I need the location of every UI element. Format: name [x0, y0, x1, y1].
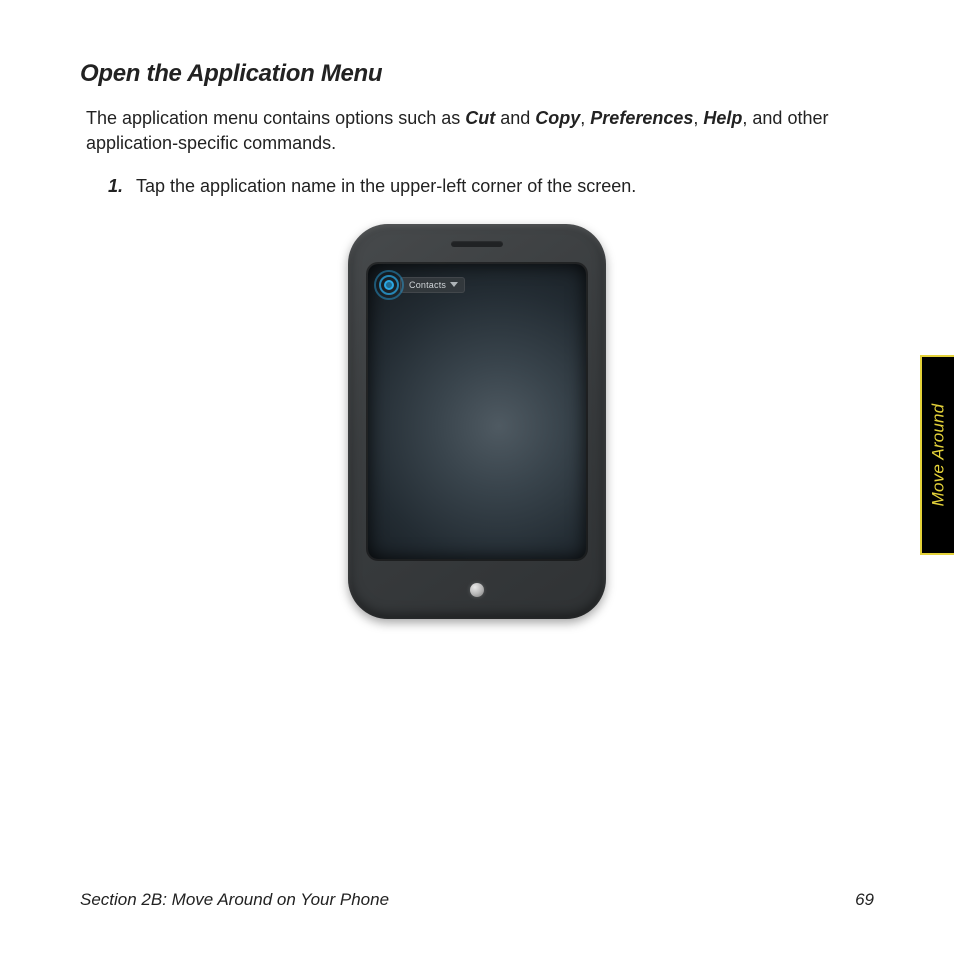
- step-text: Tap the application name in the upper-le…: [136, 176, 636, 196]
- intro-text-part: and: [495, 108, 535, 128]
- figure: Contacts: [80, 224, 874, 619]
- intro-emphasis-copy: Copy: [535, 108, 580, 128]
- step-number: 1.: [108, 174, 136, 199]
- intro-text-part: ,: [580, 108, 590, 128]
- phone-illustration: Contacts: [348, 224, 606, 619]
- phone-screen: Contacts: [368, 264, 586, 559]
- app-menu-label: Contacts: [409, 280, 446, 290]
- intro-emphasis-cut: Cut: [465, 108, 495, 128]
- intro-text-part: ,: [693, 108, 703, 128]
- intro-text-part: The application menu contains options su…: [86, 108, 465, 128]
- app-menu-pill: Contacts: [400, 277, 465, 293]
- tap-ripple-icon: [372, 268, 406, 302]
- intro-emphasis-preferences: Preferences: [590, 108, 693, 128]
- step-1: 1.Tap the application name in the upper-…: [108, 174, 874, 199]
- intro-paragraph: The application menu contains options su…: [86, 106, 874, 156]
- app-menu-tap-target: Contacts: [372, 268, 465, 302]
- page-footer: Section 2B: Move Around on Your Phone 69: [80, 890, 874, 910]
- phone-home-button: [470, 583, 484, 597]
- section-heading: Open the Application Menu: [80, 60, 874, 88]
- phone-earpiece: [451, 241, 503, 247]
- manual-page: Open the Application Menu The applicatio…: [0, 0, 954, 954]
- footer-page-number: 69: [855, 890, 874, 910]
- section-side-tab: Move Around: [920, 355, 954, 555]
- chevron-down-icon: [450, 282, 458, 287]
- side-tab-label: Move Around: [928, 404, 948, 507]
- footer-section-label: Section 2B: Move Around on Your Phone: [80, 890, 389, 910]
- intro-emphasis-help: Help: [703, 108, 742, 128]
